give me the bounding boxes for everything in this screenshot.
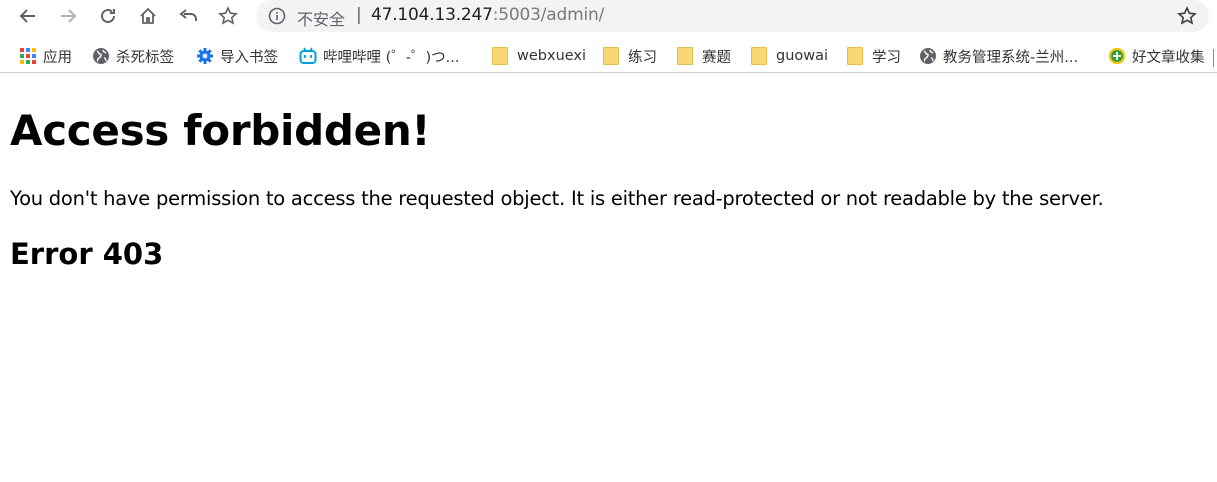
bilibili-icon bbox=[299, 47, 317, 64]
url-host: 47.104.13.247 bbox=[371, 5, 493, 25]
bookmark-label: 教务管理系统-兰州... bbox=[943, 49, 1079, 66]
bookmark-label: 哔哩哔哩 (゜-゜)つ... bbox=[323, 49, 460, 66]
plus-badge-icon bbox=[1108, 47, 1126, 65]
address-bar[interactable]: 不安全 | 47.104.13.247:5003/admin/ bbox=[256, 0, 1209, 32]
bookmark-label: 练习 bbox=[628, 49, 657, 66]
error-code: Error 403 bbox=[10, 237, 164, 271]
info-icon[interactable] bbox=[268, 7, 286, 25]
url-separator: | bbox=[356, 5, 362, 25]
bookmark-label: 杀死标签 bbox=[116, 49, 174, 66]
gear-icon bbox=[197, 48, 213, 64]
bookmarks-bar: 应用 杀死标签 导入书签 哔哩哔哩 (゜-゜)つ... webxuexi 练习 … bbox=[0, 40, 1217, 73]
bookmark-apps[interactable]: 应用 bbox=[19, 45, 72, 67]
error-message: You don't have permission to access the … bbox=[10, 187, 1104, 210]
bookmark-import[interactable]: 导入书签 bbox=[196, 45, 278, 67]
forward-icon[interactable] bbox=[56, 4, 80, 28]
star-icon[interactable] bbox=[1177, 6, 1197, 26]
bookmark-label: guowai bbox=[776, 48, 829, 64]
back-icon[interactable] bbox=[16, 4, 40, 28]
apps-grid-icon bbox=[20, 48, 36, 64]
bookmark-label: webxuexi bbox=[517, 48, 587, 64]
bookmark-folder-guowai[interactable]: guowai bbox=[751, 45, 828, 67]
bookmark-good-articles[interactable]: 好文章收集 bbox=[1108, 45, 1205, 67]
folder-icon bbox=[677, 47, 693, 65]
url-text[interactable]: 47.104.13.247:5003/admin/ bbox=[371, 5, 604, 25]
folder-icon bbox=[751, 47, 767, 65]
bookmark-folder-study[interactable]: 学习 bbox=[847, 45, 901, 67]
bookmark-academic-system[interactable]: 教务管理系统-兰州... bbox=[919, 45, 1078, 67]
bookmark-label: 好文章收集 bbox=[1132, 49, 1205, 66]
browser-toolbar: 不安全 | 47.104.13.247:5003/admin/ bbox=[0, 0, 1217, 33]
folder-icon bbox=[847, 47, 863, 65]
home-icon[interactable] bbox=[136, 4, 160, 28]
undo-icon[interactable] bbox=[176, 4, 200, 28]
bookmark-label: 导入书签 bbox=[220, 49, 278, 66]
bookmark-label: 应用 bbox=[43, 49, 72, 66]
bookmark-bilibili[interactable]: 哔哩哔哩 (゜-゜)つ... bbox=[299, 45, 459, 67]
security-label: 不安全 bbox=[297, 10, 346, 29]
reload-icon[interactable] bbox=[96, 4, 120, 28]
folder-icon bbox=[492, 47, 508, 65]
bookmark-star-icon[interactable] bbox=[216, 4, 240, 28]
bookmark-folder-contest[interactable]: 赛题 bbox=[677, 45, 731, 67]
bookmark-folder-practice[interactable]: 练习 bbox=[603, 45, 657, 67]
bookmark-kill-tabs[interactable]: 杀死标签 bbox=[92, 45, 174, 67]
globe-icon bbox=[93, 48, 109, 64]
bookmarks-divider bbox=[1213, 49, 1214, 67]
bookmark-folder-webxuexi[interactable]: webxuexi bbox=[492, 45, 586, 67]
page-title: Access forbidden! bbox=[10, 106, 431, 155]
folder-icon bbox=[603, 47, 619, 65]
bookmark-label: 学习 bbox=[872, 49, 901, 66]
url-path: :5003/admin/ bbox=[492, 5, 605, 25]
globe-icon bbox=[920, 48, 936, 64]
bookmark-label: 赛题 bbox=[702, 49, 731, 66]
